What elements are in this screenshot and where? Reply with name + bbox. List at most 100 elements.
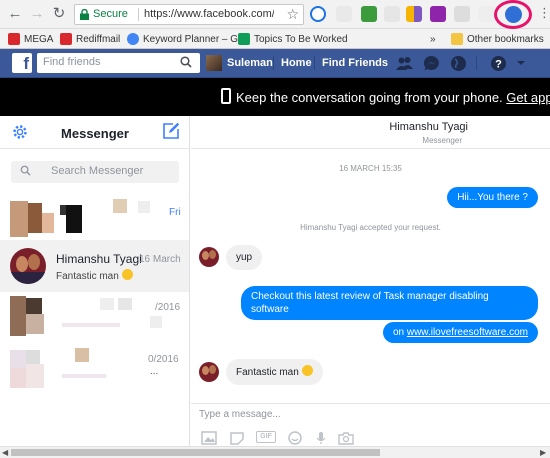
system-message: Himanshu Tyagi accepted your request.	[300, 223, 441, 232]
blurred-avatar	[26, 314, 44, 334]
sheets-icon	[238, 33, 250, 45]
get-app-banner: Keep the conversation going from your ph…	[0, 78, 550, 116]
facebook-logo[interactable]: f	[12, 53, 32, 73]
browser-menu-icon[interactable]: ⋮	[538, 5, 550, 21]
bookmark-label: Keyword Planner – Go	[143, 33, 244, 45]
bookmark-topics[interactable]: Topics To Be Worked	[238, 31, 348, 47]
message-line: Checkout this latest review of Task mana…	[251, 291, 489, 302]
conversation-item[interactable]: /2016	[0, 292, 189, 344]
extension-g-icon[interactable]	[310, 6, 326, 22]
search-icon[interactable]	[180, 56, 192, 68]
conversation-snippet: Fantastic man	[56, 269, 133, 282]
messenger-search[interactable]	[11, 161, 179, 183]
incoming-message[interactable]: yup	[226, 245, 263, 270]
blurred-avatar	[10, 368, 26, 388]
blurred-name	[75, 348, 89, 362]
message-link[interactable]: www.ilovefreesoftware.com	[407, 327, 528, 338]
conversation-item[interactable]: Fri	[0, 191, 189, 243]
extension-green-icon[interactable]	[361, 6, 377, 22]
gif-icon[interactable]: GIF	[256, 431, 276, 443]
account-dropdown-icon[interactable]	[516, 58, 526, 68]
facebook-search[interactable]	[37, 53, 200, 73]
camera-icon[interactable]	[338, 431, 354, 445]
smile-emoji-icon	[121, 269, 133, 280]
conversation-date: Fri	[169, 207, 181, 218]
address-bar[interactable]: Secure https://www.facebook.com/me ☆	[74, 4, 304, 25]
blurred-avatar	[26, 364, 44, 388]
help-icon[interactable]: ?	[490, 55, 507, 72]
message-input[interactable]	[199, 409, 499, 420]
message-text: Fantastic man	[236, 367, 299, 378]
chat-header: Himanshu Tyagi Messenger	[191, 116, 550, 149]
user-avatar[interactable]	[206, 55, 222, 71]
outgoing-message[interactable]: Hii...You there ?	[447, 187, 538, 208]
bookmark-label: Other bookmarks	[467, 33, 544, 45]
url-separator	[138, 8, 139, 21]
bookmark-other[interactable]: Other bookmarks	[451, 31, 544, 47]
bookmark-keyword-planner[interactable]: Keyword Planner – Go	[127, 31, 244, 47]
contact-name: Himanshu Tyagi	[56, 252, 142, 266]
extension-colorbar-icon[interactable]	[406, 6, 422, 22]
scroll-right-icon[interactable]: ▶	[540, 448, 546, 457]
conversation-date: 0/2016	[148, 354, 179, 365]
extension-blank-icon[interactable]	[336, 6, 352, 22]
find-friends-link[interactable]: Find Friends	[322, 57, 388, 69]
bookmark-star-icon[interactable]: ☆	[286, 6, 299, 23]
rediffmail-icon	[60, 33, 72, 45]
search-messenger-input[interactable]	[51, 165, 171, 177]
find-friends-input[interactable]	[43, 56, 173, 68]
get-app-link[interactable]: Get app	[506, 90, 550, 105]
nav-divider	[273, 56, 274, 70]
home-link[interactable]: Home	[281, 57, 312, 69]
bookmark-rediffmail[interactable]: Rediffmail	[60, 31, 120, 47]
blurred-snippet	[62, 374, 106, 378]
conversation-date: 16 March	[139, 254, 181, 265]
conversation-sidebar: Messenger Fri Himanshu Tyagi 16 Mar	[0, 116, 190, 446]
bookmark-mega[interactable]: MEGA	[8, 31, 53, 47]
facebook-navbar: f Suleman Home Find Friends ?	[0, 49, 550, 78]
conversation-item[interactable]: 0/2016 ...	[0, 344, 189, 396]
conversation-item-active[interactable]: Himanshu Tyagi 16 March Fantastic man	[0, 240, 189, 292]
messenger-extension-icon[interactable]	[505, 6, 522, 23]
extension-purple-icon[interactable]	[430, 6, 446, 22]
microphone-icon[interactable]	[313, 431, 329, 445]
folder-icon	[451, 33, 463, 45]
blurred-avatar	[42, 213, 54, 233]
profile-link[interactable]: Suleman	[227, 57, 273, 69]
messages-icon[interactable]	[423, 55, 440, 72]
blurred-avatar	[26, 350, 40, 364]
outgoing-message[interactable]: on www.ilovefreesoftware.com	[382, 322, 538, 343]
blurred-avatar	[10, 350, 26, 368]
new-message-icon[interactable]	[162, 122, 180, 140]
blurred-name	[138, 201, 150, 213]
bookmarks-bar: MEGA Rediffmail Keyword Planner – Go Top…	[0, 29, 550, 49]
chat-timestamp: 16 MARCH 15:35	[339, 164, 402, 173]
url-text[interactable]: https://www.facebook.com/me	[144, 8, 274, 20]
banner-message: Keep the conversation going from your ph…	[236, 90, 503, 105]
contact-avatar	[10, 248, 46, 284]
bookmark-label: MEGA	[24, 33, 54, 45]
blurred-avatar	[28, 203, 42, 233]
forward-icon[interactable]: →	[28, 5, 46, 23]
extension-star-icon[interactable]	[454, 6, 470, 22]
scrollbar-thumb[interactable]	[11, 449, 380, 456]
friend-requests-icon[interactable]	[396, 55, 413, 72]
extension-gray-icon[interactable]	[478, 6, 494, 22]
mega-icon	[8, 33, 20, 45]
incoming-message[interactable]: Fantastic man	[226, 359, 323, 385]
sticker-icon[interactable]	[229, 431, 245, 445]
horizontal-scrollbar[interactable]: ◀ ▶	[0, 446, 550, 458]
outgoing-message[interactable]: Checkout this latest review of Task mana…	[241, 286, 538, 320]
reload-icon[interactable]: ↻	[50, 5, 68, 23]
back-icon[interactable]: ←	[6, 5, 24, 23]
photo-icon[interactable]	[201, 431, 217, 445]
snippet-text: Fantastic man	[56, 271, 119, 282]
scroll-left-icon[interactable]: ◀	[2, 448, 8, 457]
notifications-globe-icon[interactable]	[450, 55, 467, 72]
emoji-icon[interactable]	[287, 431, 303, 445]
lock-icon	[80, 9, 89, 20]
blurred-snippet	[62, 323, 120, 327]
bookmarks-overflow[interactable]: »	[430, 31, 436, 47]
chat-contact-name[interactable]: Himanshu Tyagi	[191, 121, 550, 133]
extension-n-icon[interactable]	[384, 6, 400, 22]
